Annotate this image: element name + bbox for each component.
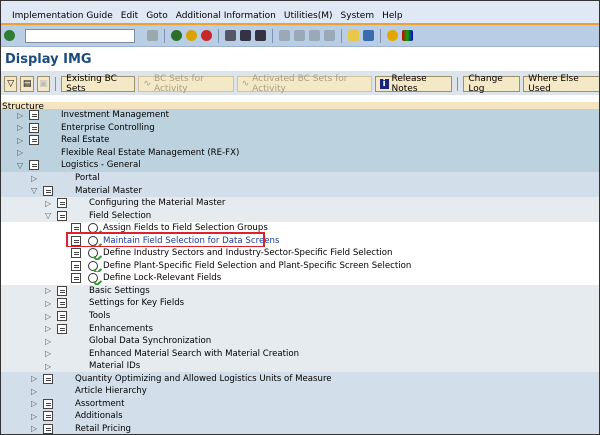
- window-frame: [0, 0, 600, 435]
